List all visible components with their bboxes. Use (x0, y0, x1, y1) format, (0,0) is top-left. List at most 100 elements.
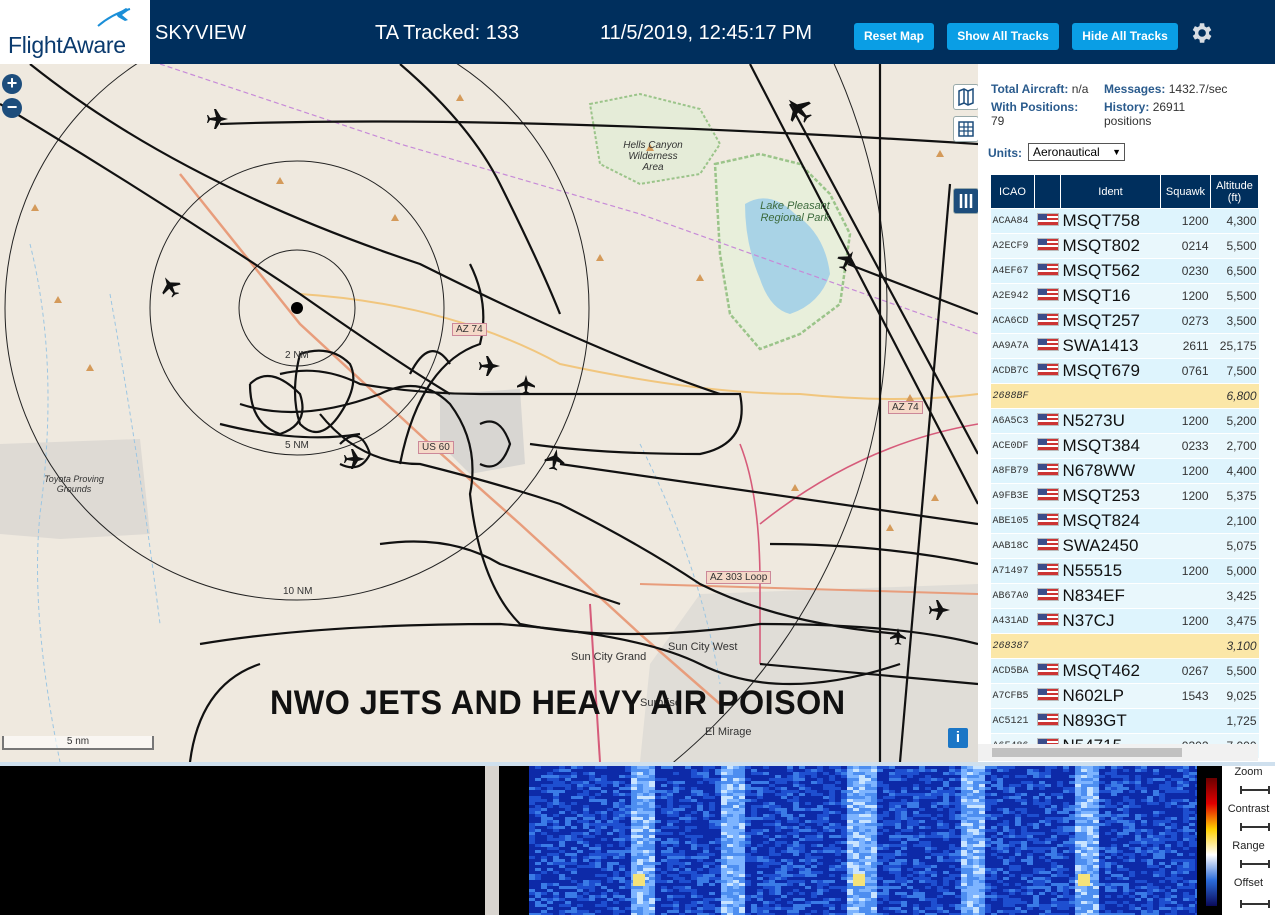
zoom-slider[interactable] (1240, 786, 1270, 794)
table-row[interactable]: 268387 3,100 (990, 633, 1259, 659)
zoom-out-button[interactable]: − (2, 98, 22, 118)
table-row[interactable]: A2ECF9 MSQT802 0214 5,500 (990, 233, 1259, 259)
gear-icon[interactable] (1188, 20, 1214, 46)
table-row[interactable]: ACD5BA MSQT462 0267 5,500 (990, 658, 1259, 684)
table-row[interactable]: A431AD N37CJ 1200 3,475 (990, 608, 1259, 634)
altitude-cell: 5,200 (1210, 408, 1259, 434)
ident-cell: MSQT462 (1060, 658, 1161, 684)
us-flag-icon (1036, 438, 1059, 451)
table-row[interactable]: AC5121 N893GT 1,725 (990, 708, 1259, 734)
road-label-az74: AZ 74 (452, 323, 487, 336)
zoom-in-button[interactable]: + (2, 74, 22, 94)
table-row[interactable]: A8FB79 N678WW 1200 4,400 (990, 458, 1259, 484)
col-header-ident[interactable]: Ident (1060, 174, 1161, 209)
messages-value: 1432.7/sec (1168, 82, 1228, 96)
icao-cell: ACAA84 (990, 208, 1035, 234)
table-row[interactable]: ACAA84 MSQT758 1200 4,300 (990, 208, 1259, 234)
table-row[interactable]: A7CFB5 N602LP 1543 9,025 (990, 683, 1259, 709)
overlay-caption: NWO JETS AND HEAVY AIR POISON (270, 684, 846, 722)
icao-cell: A2ECF9 (990, 233, 1035, 259)
altitude-cell: 5,500 (1210, 658, 1259, 684)
col-header-squawk[interactable]: Squawk (1160, 174, 1211, 209)
col-header-icao[interactable]: ICAO (990, 174, 1035, 209)
total-aircraft-label: Total Aircraft: (991, 82, 1069, 96)
ident-cell: MSQT758 (1060, 208, 1161, 234)
us-flag-icon (1036, 263, 1059, 276)
us-flag-icon (1036, 613, 1059, 626)
icao-cell: A431AD (990, 608, 1035, 634)
ident-cell: MSQT802 (1060, 233, 1161, 259)
icao-cell: A71497 (990, 558, 1035, 584)
map-label-sun-city-west: Sun City West (668, 641, 738, 653)
col-header-altitude[interactable]: Altitude (ft) (1210, 174, 1259, 209)
flag-cell (1034, 508, 1061, 534)
hide-all-tracks-button[interactable]: Hide All Tracks (1072, 23, 1178, 50)
altitude-cell: 6,500 (1210, 258, 1259, 284)
range-slider[interactable] (1240, 860, 1270, 868)
altitude-cell: 5,375 (1210, 483, 1259, 509)
map-view[interactable]: + − Hells Canyon Wilderness Area Lake Pl… (0, 64, 978, 762)
table-row[interactable]: AB67A0 N834EF 3,425 (990, 583, 1259, 609)
altitude-cell: 1,725 (1210, 708, 1259, 734)
table-row[interactable]: A71497 N55515 1200 5,000 (990, 558, 1259, 584)
logo[interactable]: FlightAware (0, 0, 150, 64)
plane-logo-icon (97, 8, 131, 27)
horizontal-scroll-thumb[interactable] (992, 748, 1182, 757)
app-name: SKYVIEW (155, 22, 247, 44)
table-row[interactable]: ACA6CD MSQT257 0273 3,500 (990, 308, 1259, 334)
offset-slider[interactable] (1240, 900, 1270, 908)
altitude-cell: 5,500 (1210, 233, 1259, 259)
us-flag-icon (1036, 338, 1059, 351)
table-row[interactable]: AAB18C SWA2450 5,075 (990, 533, 1259, 559)
flag-cell (1034, 533, 1061, 559)
ident-cell: MSQT562 (1060, 258, 1161, 284)
flag-cell (1034, 708, 1061, 734)
ident-cell: N5273U (1060, 408, 1161, 434)
ident-cell: N893GT (1060, 708, 1161, 734)
ident-cell: N602LP (1060, 683, 1161, 709)
horizontal-scrollbar[interactable] (978, 744, 1258, 761)
top-header: FlightAware SKYVIEW TA Tracked: 133 11/5… (0, 0, 1275, 64)
squawk-cell: 2611 (1160, 333, 1211, 359)
table-row[interactable]: 2688BF 6,800 (990, 383, 1259, 409)
table-row[interactable]: AA9A7A SWA1413 2611 25,175 (990, 333, 1259, 359)
flag-cell (1034, 433, 1061, 459)
ring-label-10nm: 10 NM (283, 586, 313, 597)
us-flag-icon (1036, 513, 1059, 526)
reset-map-button[interactable]: Reset Map (854, 23, 934, 50)
us-flag-icon (1036, 663, 1059, 676)
squawk-cell: 0230 (1160, 258, 1211, 284)
map-label-sun-city-grand: Sun City Grand (571, 651, 647, 663)
col-header-flag[interactable] (1034, 174, 1061, 209)
squawk-cell: 0273 (1160, 308, 1211, 334)
squawk-cell: 1200 (1160, 208, 1211, 234)
info-button[interactable]: i (948, 728, 968, 748)
table-row[interactable]: ACDB7C MSQT679 0761 7,500 (990, 358, 1259, 384)
table-row[interactable]: ACE0DF MSQT384 0233 2,700 (990, 433, 1259, 459)
offset-control-label: Offset (1233, 877, 1264, 889)
table-row[interactable]: A9FB3E MSQT253 1200 5,375 (990, 483, 1259, 509)
units-select[interactable]: Aeronautical (1028, 143, 1125, 161)
icao-cell: A6A5C3 (990, 408, 1035, 434)
table-row[interactable]: A4EF67 MSQT562 0230 6,500 (990, 258, 1259, 284)
icao-cell: AC5121 (990, 708, 1035, 734)
columns-icon[interactable] (953, 188, 978, 214)
flag-cell (1034, 408, 1061, 434)
ident-cell: MSQT384 (1060, 433, 1161, 459)
altitude-cell: 25,175 (1210, 333, 1259, 359)
table-row[interactable]: A6A5C3 N5273U 1200 5,200 (990, 408, 1259, 434)
altitude-cell: 5,000 (1210, 558, 1259, 584)
table-row[interactable]: A2E942 MSQT16 1200 5,500 (990, 283, 1259, 309)
altitude-cell: 4,400 (1210, 458, 1259, 484)
panel-divider[interactable] (485, 766, 499, 915)
map-layers-icon[interactable] (953, 84, 978, 110)
grid-icon[interactable] (953, 116, 978, 142)
with-positions-label: With Positions: (991, 100, 1079, 114)
contrast-slider[interactable] (1240, 823, 1270, 831)
icao-cell: ABE105 (990, 508, 1035, 534)
ident-cell: MSQT253 (1060, 483, 1161, 509)
ident-cell: N55515 (1060, 558, 1161, 584)
table-row[interactable]: ABE105 MSQT824 2,100 (990, 508, 1259, 534)
show-all-tracks-button[interactable]: Show All Tracks (947, 23, 1059, 50)
icao-cell: ACA6CD (990, 308, 1035, 334)
